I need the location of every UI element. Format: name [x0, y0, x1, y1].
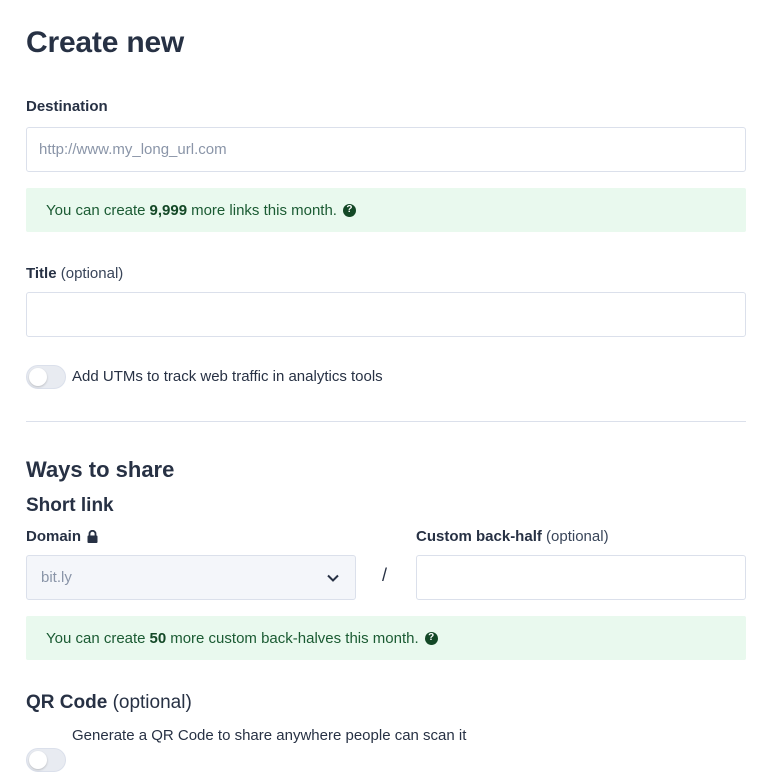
title-label-text: Title [26, 265, 57, 282]
section-divider [26, 421, 746, 422]
title-input[interactable] [26, 292, 746, 337]
qr-code-toggle-label: Generate a QR Code to share anywhere peo… [72, 727, 467, 744]
links-remaining-notice: You can create 9,999 more links this mon… [26, 188, 746, 232]
chevron-down-icon [327, 574, 339, 582]
toggle-knob [29, 751, 47, 769]
short-link-heading: Short link [26, 495, 114, 516]
custom-backhalf-optional: (optional) [546, 528, 609, 545]
domain-select[interactable]: bit.ly [26, 555, 356, 600]
title-label: Title (optional) [26, 265, 123, 282]
lock-icon [87, 530, 98, 543]
notice-suffix: more links this month. [191, 201, 337, 219]
domain-value: bit.ly [41, 569, 72, 586]
utm-toggle[interactable] [26, 365, 66, 389]
destination-label: Destination [26, 98, 108, 115]
page-title: Create new [26, 26, 185, 59]
title-optional: (optional) [60, 265, 124, 282]
qr-code-heading: QR Code (optional) [26, 692, 192, 714]
notice-prefix: You can create [46, 629, 146, 647]
utm-toggle-label: Add UTMs to track web traffic in analyti… [72, 368, 383, 385]
destination-input[interactable] [26, 127, 746, 172]
toggle-knob [29, 368, 47, 386]
custom-backhalf-label-text: Custom back-half [416, 528, 542, 545]
domain-label: Domain [26, 528, 98, 545]
url-separator: / [382, 565, 388, 585]
notice-prefix: You can create [46, 201, 146, 219]
links-count: 9,999 [149, 201, 188, 219]
backhalf-remaining-notice: You can create 50 more custom back-halve… [26, 616, 746, 660]
qr-code-optional: (optional) [112, 692, 192, 713]
ways-to-share-heading: Ways to share [26, 457, 175, 482]
qr-code-toggle[interactable] [26, 748, 66, 772]
domain-label-text: Domain [26, 528, 82, 545]
custom-backhalf-label: Custom back-half (optional) [416, 528, 609, 545]
qr-code-heading-text: QR Code [26, 692, 108, 713]
question-circle-icon[interactable]: ? [424, 631, 438, 645]
backhalf-count: 50 [149, 629, 167, 647]
create-link-form: Create new Destination You can create 9,… [0, 0, 778, 773]
custom-backhalf-input[interactable] [416, 555, 746, 600]
question-circle-icon[interactable]: ? [342, 203, 356, 217]
notice-suffix: more custom back-halves this month. [170, 629, 419, 647]
